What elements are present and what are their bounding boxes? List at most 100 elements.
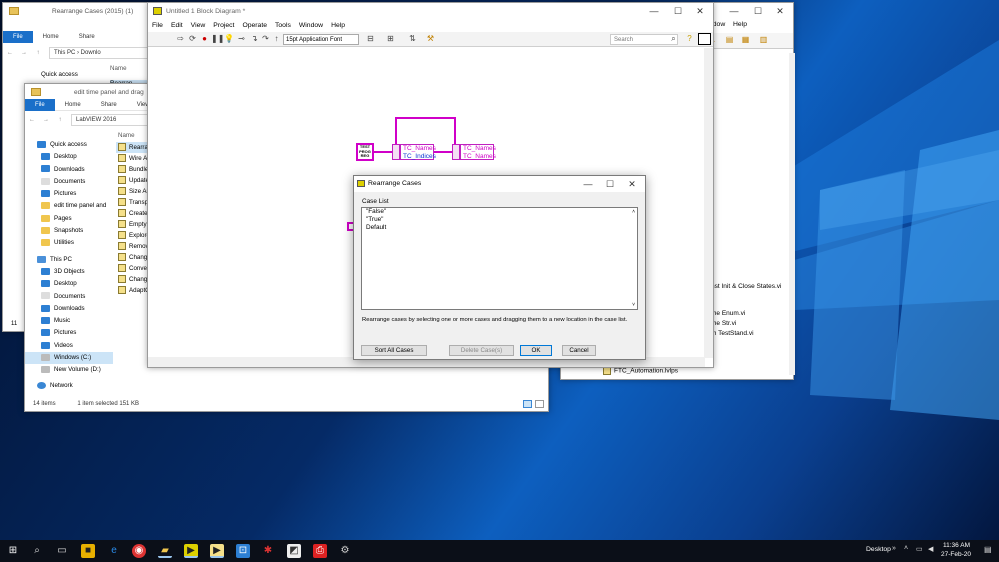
chrome-icon[interactable]: ◉ [132, 544, 146, 558]
close-icon[interactable]: ✕ [689, 3, 711, 19]
menu-edit[interactable]: Edit [167, 22, 187, 29]
minimize-icon[interactable]: — [577, 176, 599, 192]
menu-project[interactable]: Project [209, 22, 238, 29]
share-tab[interactable]: Share [69, 34, 105, 40]
highlight-execution-icon[interactable]: 💡 [224, 34, 234, 43]
rearrange-cases-dialog[interactable]: Rearrange Cases — ☐ ✕ Case List "False" … [353, 175, 646, 360]
sidebar-item-documents[interactable]: Documents [25, 176, 113, 188]
ni-icon[interactable]: ✱ [261, 544, 275, 558]
project-item[interactable]: m TestStand.vi [711, 330, 754, 337]
minimize-icon[interactable]: — [723, 3, 745, 19]
vertical-scrollbar[interactable] [704, 48, 713, 358]
sidebar-item-documents[interactable]: Documents [25, 291, 113, 303]
menu-help[interactable]: Help [327, 22, 349, 29]
back-arrow-icon[interactable]: ← [3, 50, 17, 56]
sidebar-item-music[interactable]: Music [25, 315, 113, 327]
sidebar-item-snapshots[interactable]: Snapshots [25, 225, 113, 237]
dialog-titlebar[interactable]: Rearrange Cases — ☐ ✕ [354, 176, 645, 192]
toolbar-icon[interactable]: ▦ [741, 35, 750, 44]
wire[interactable] [454, 117, 456, 144]
forward-arrow-icon[interactable]: → [39, 117, 53, 123]
tray-show-hidden-icon[interactable]: ˄ [904, 545, 908, 552]
sidebar-item-utilities[interactable]: Utilities [25, 237, 113, 249]
align-objects-icon[interactable]: ⊟ [366, 34, 375, 43]
sort-all-cases-button[interactable]: Sort All Cases [361, 345, 427, 356]
help-icon[interactable]: ? [685, 34, 694, 43]
up-arrow-icon[interactable]: ↑ [31, 50, 45, 56]
pdf-icon[interactable]: ⎙ [313, 544, 327, 558]
cleanup-diagram-icon[interactable]: ⚒ [426, 34, 435, 43]
case-list-item[interactable]: Default [362, 224, 637, 232]
address-bar[interactable]: LabVIEW 2016 [71, 114, 150, 126]
home-tab[interactable]: Home [33, 34, 69, 40]
block-diagram-titlebar[interactable]: Untitled 1 Block Diagram * — ☐ ✕ [148, 3, 713, 19]
reorder-icon[interactable]: ⇅ [408, 34, 417, 43]
vi-connector-icon[interactable] [698, 33, 711, 45]
sidebar-item-network[interactable]: Network [25, 380, 113, 392]
step-over-icon[interactable]: ↷ [261, 34, 270, 43]
search-input[interactable]: Search [610, 34, 678, 45]
sidebar-item-downloads[interactable]: Downloads [25, 164, 113, 176]
volume-icon[interactable]: ◀ [928, 545, 933, 553]
wire[interactable] [374, 151, 392, 153]
sidebar-item-videos[interactable]: Videos [25, 340, 113, 352]
pause-icon[interactable]: ❚❚ [211, 34, 224, 43]
abort-icon[interactable]: ● [200, 34, 209, 43]
windows-start-icon[interactable]: ⊞ [6, 544, 20, 558]
distribute-objects-icon[interactable]: ⊞ [386, 34, 395, 43]
maximize-icon[interactable]: ☐ [599, 176, 621, 192]
app-icon[interactable]: ⊡ [236, 544, 250, 558]
back-arrow-icon[interactable]: ← [25, 117, 39, 123]
quick-access-link[interactable]: Quick access [41, 71, 78, 78]
run-continuously-icon[interactable]: ⟳ [188, 34, 197, 43]
close-icon[interactable]: ✕ [621, 176, 643, 192]
details-view-icon[interactable] [523, 400, 532, 408]
project-item[interactable]: me Enum.vi [711, 310, 745, 317]
run-icon[interactable]: ⇨ [176, 34, 185, 43]
sticky-notes-icon[interactable]: ■ [81, 544, 95, 558]
up-arrow-icon[interactable]: ↑ [53, 117, 67, 123]
sidebar-item-this-pc[interactable]: This PC [25, 254, 113, 266]
file-tab[interactable]: File [3, 31, 33, 43]
sidebar-item-pictures[interactable]: Pictures [25, 188, 113, 200]
edge-icon[interactable]: e [107, 544, 121, 558]
menu-window[interactable]: Window [295, 22, 327, 29]
project-item[interactable]: nst Init & Close States.vi [711, 283, 781, 290]
close-icon[interactable]: ✕ [769, 3, 791, 19]
case-list-item[interactable]: "False" [362, 208, 637, 216]
app-icon[interactable]: ⚙ [338, 544, 352, 558]
share-tab[interactable]: Share [91, 102, 127, 108]
wire[interactable] [395, 117, 456, 119]
clock-date[interactable]: 27-Feb-20 [941, 551, 971, 558]
sidebar-item-pages[interactable]: Pages [25, 213, 113, 225]
sidebar-item-downloads[interactable]: Downloads [25, 303, 113, 315]
clock-time[interactable]: 11:36 AM [943, 542, 970, 549]
column-name-header[interactable]: Name [110, 65, 127, 72]
ok-button[interactable]: OK [520, 345, 552, 356]
toolbar-icon[interactable]: ▤ [725, 35, 734, 44]
file-tab[interactable]: File [25, 98, 55, 111]
wire[interactable] [434, 151, 452, 153]
chart-app-icon[interactable]: ◩ [287, 544, 301, 558]
menu-tools[interactable]: Tools [271, 22, 295, 29]
toolbar-icon[interactable]: ▥ [759, 35, 768, 44]
maximize-icon[interactable]: ☐ [667, 3, 689, 19]
minimize-icon[interactable]: — [643, 3, 665, 19]
sidebar-item-pictures[interactable]: Pictures [25, 327, 113, 339]
index-array-node[interactable] [392, 144, 400, 160]
search-icon[interactable]: ⌕ [30, 544, 44, 558]
step-out-icon[interactable]: ↑ [272, 34, 281, 43]
sidebar-item-new-volume-d[interactable]: New Volume (D:) [25, 364, 113, 376]
sidebar-item-quick-access[interactable]: Quick access [25, 139, 113, 151]
index-array-node[interactable] [452, 144, 460, 160]
large-icons-view-icon[interactable] [535, 400, 544, 408]
home-tab[interactable]: Home [55, 102, 91, 108]
font-select[interactable]: 15pt Application Font [283, 34, 359, 45]
forward-arrow-icon[interactable]: → [17, 50, 31, 56]
sidebar-item-windows-c[interactable]: Windows (C:) [25, 352, 113, 365]
string-constant[interactable]: TEST PROG REG [356, 143, 374, 161]
terminal-tc-names[interactable]: TC_Names TC_Names [460, 144, 496, 160]
sidebar-item-edit-time-panel[interactable]: edit time panel and [25, 200, 113, 212]
retain-wire-values-icon[interactable]: ⊸ [237, 34, 246, 43]
network-icon[interactable]: ▭ [916, 545, 923, 553]
